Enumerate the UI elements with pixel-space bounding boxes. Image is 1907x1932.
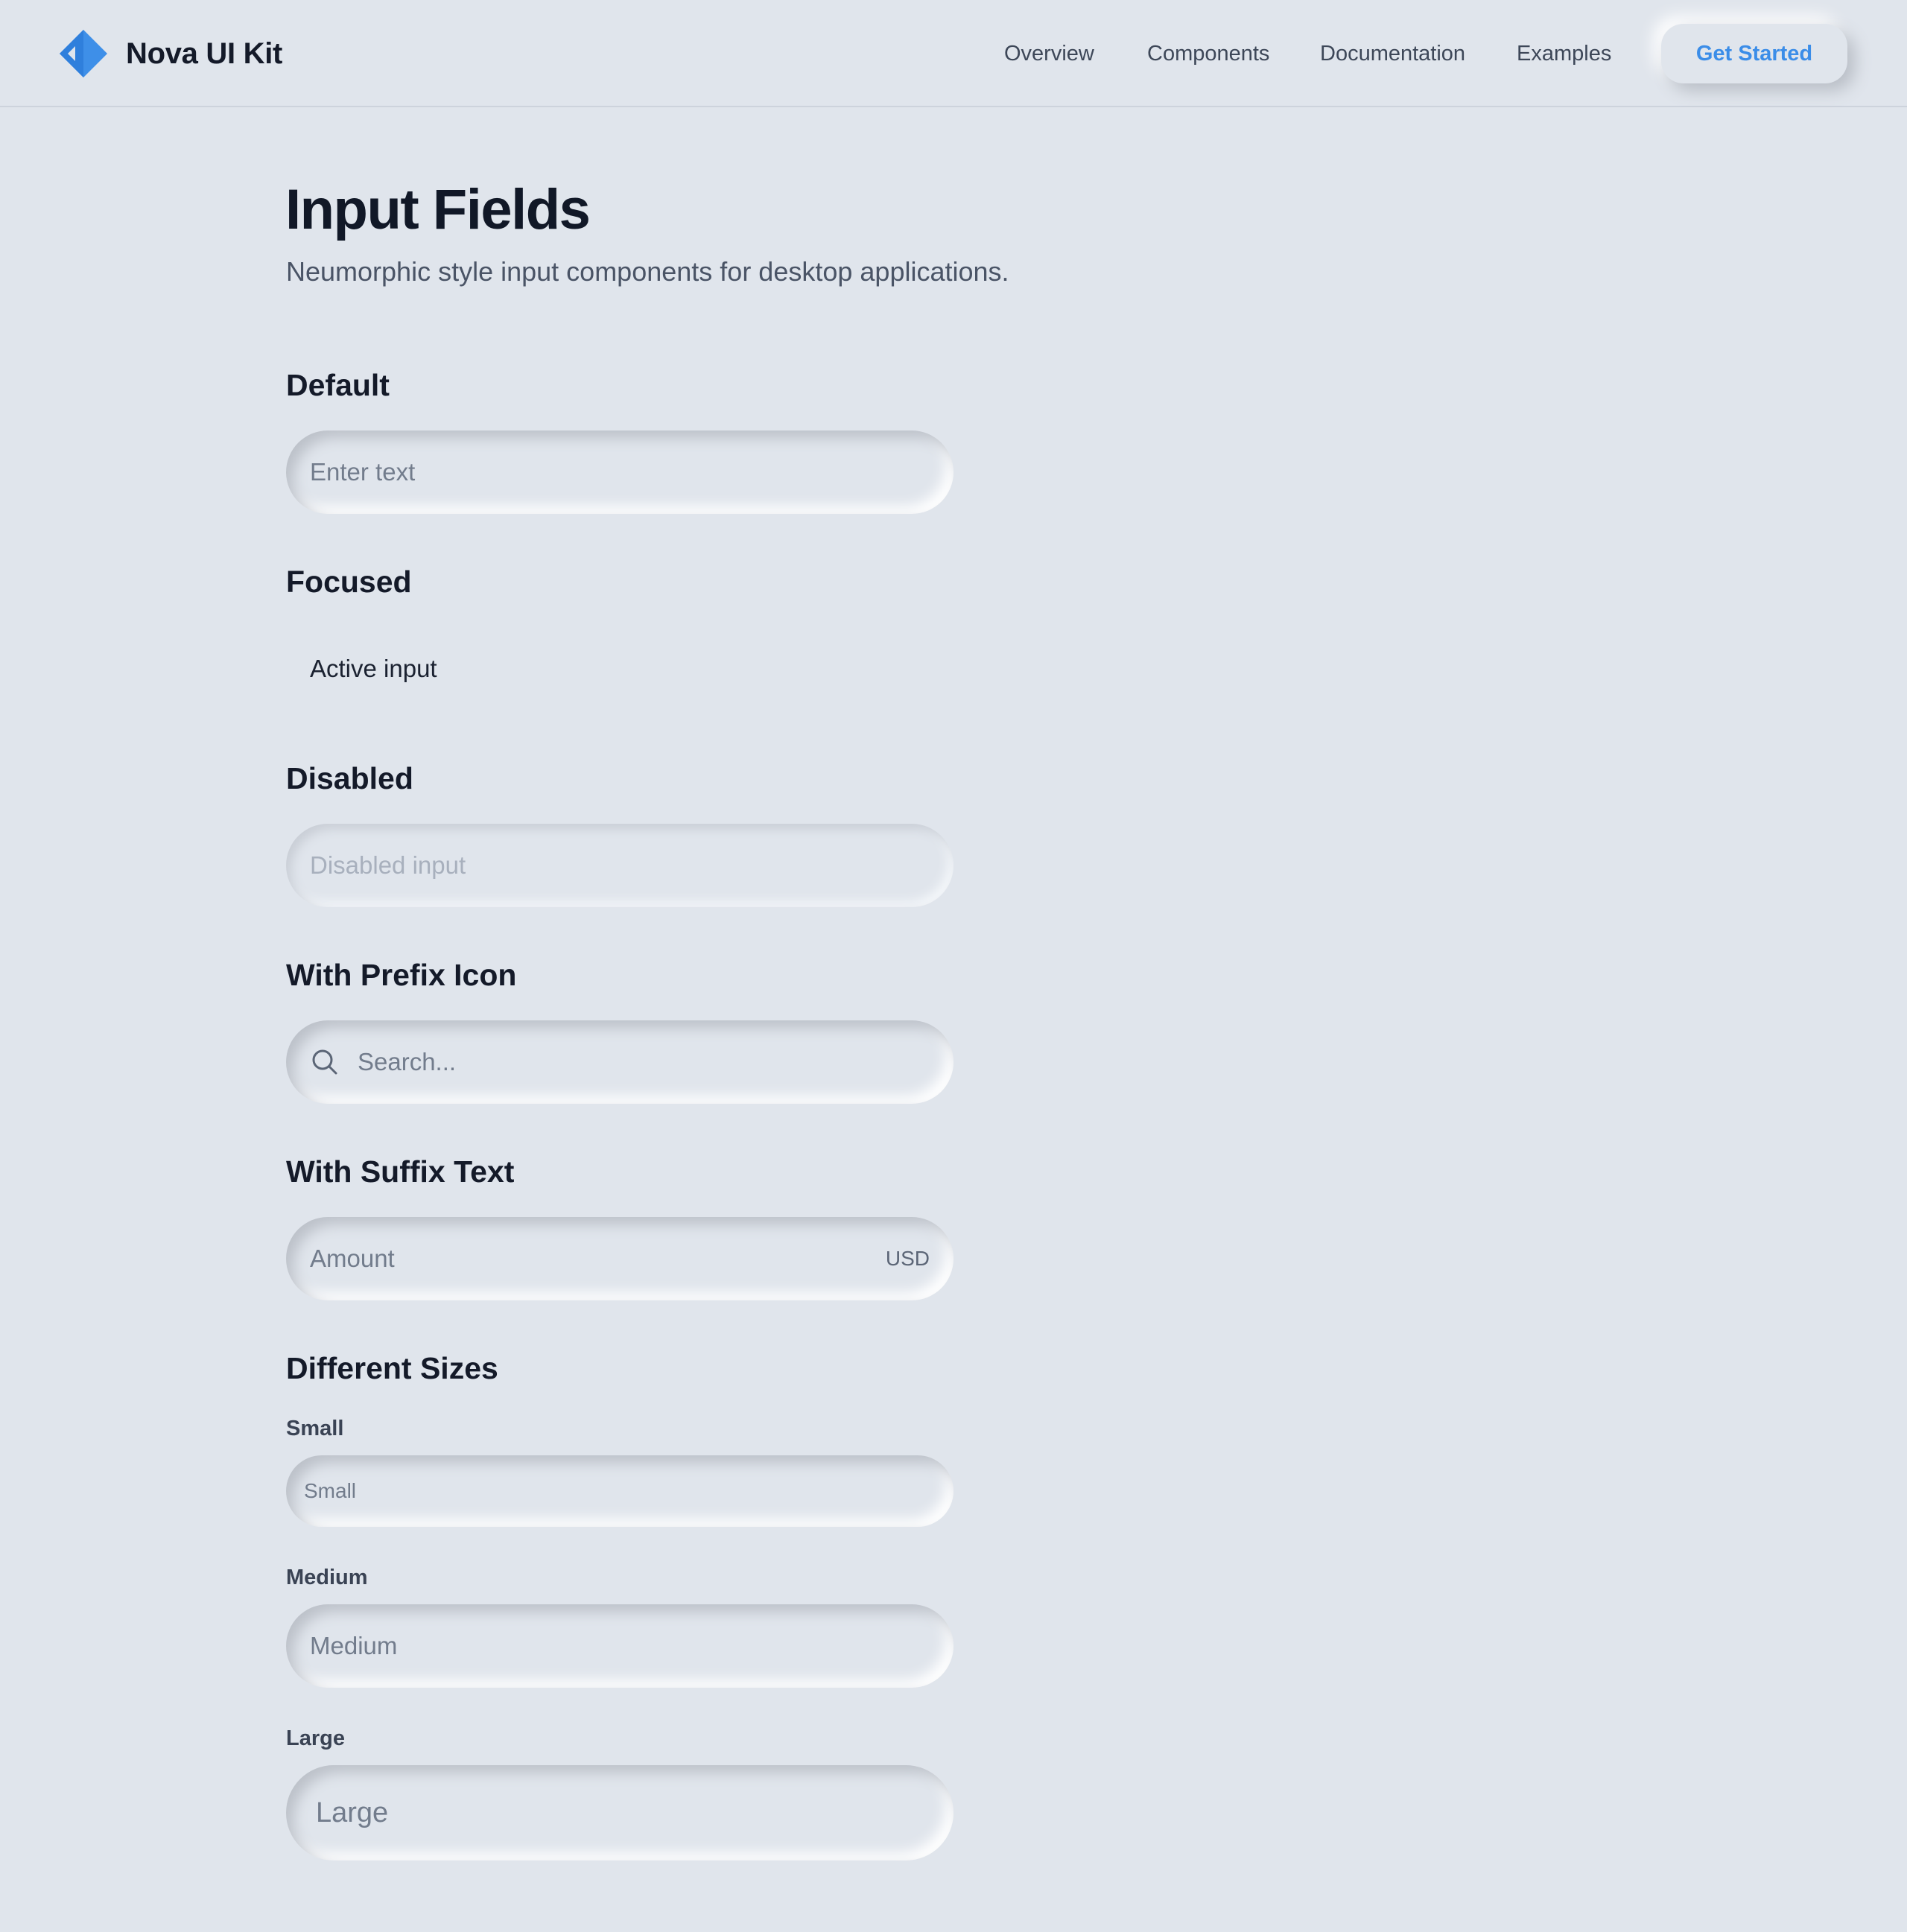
nav-link-overview[interactable]: Overview [1004,42,1094,66]
size-label-large: Large [286,1726,345,1750]
focused-input[interactable] [310,627,930,711]
default-input[interactable] [310,430,930,514]
diamond-logo-icon [60,30,107,77]
brand-name: Nova UI Kit [126,36,283,70]
disabled-input [310,824,930,907]
disabled-input-field [286,824,954,907]
brand[interactable]: Nova UI Kit [59,28,282,79]
medium-input[interactable] [310,1604,930,1688]
search-input-field [286,1020,954,1104]
nav-link-components[interactable]: Components [1147,42,1269,66]
amount-input[interactable] [310,1217,874,1300]
focused-input-field [286,627,954,711]
page-title: Input Fields [285,178,591,241]
size-label-small: Small [286,1417,344,1440]
section-title-suffix-text: With Suffix Text [286,1154,515,1189]
page-subtitle: Neumorphic style input components for de… [286,256,1009,287]
currency-suffix: USD [885,1247,930,1270]
section-title-default: Default [286,368,390,402]
nav-link-examples[interactable]: Examples [1517,42,1611,66]
amount-input-field: USD [286,1217,954,1300]
get-started-button[interactable]: Get Started [1661,24,1847,83]
small-input[interactable] [304,1455,936,1527]
search-icon [312,1049,337,1075]
nav-link-documentation[interactable]: Documentation [1320,42,1465,66]
section-title-focused: Focused [286,565,412,599]
section-title-disabled: Disabled [286,761,413,795]
large-input-field [286,1765,954,1860]
top-navigation-bar: Nova UI Kit Overview Components Document… [0,0,1907,107]
small-input-field [286,1455,954,1527]
search-input[interactable] [358,1020,930,1104]
medium-input-field [286,1604,954,1688]
section-title-sizes: Different Sizes [286,1351,498,1385]
default-input-field [286,430,954,514]
large-input[interactable] [316,1765,924,1860]
size-label-medium: Medium [286,1566,368,1589]
section-title-prefix-icon: With Prefix Icon [286,958,517,992]
